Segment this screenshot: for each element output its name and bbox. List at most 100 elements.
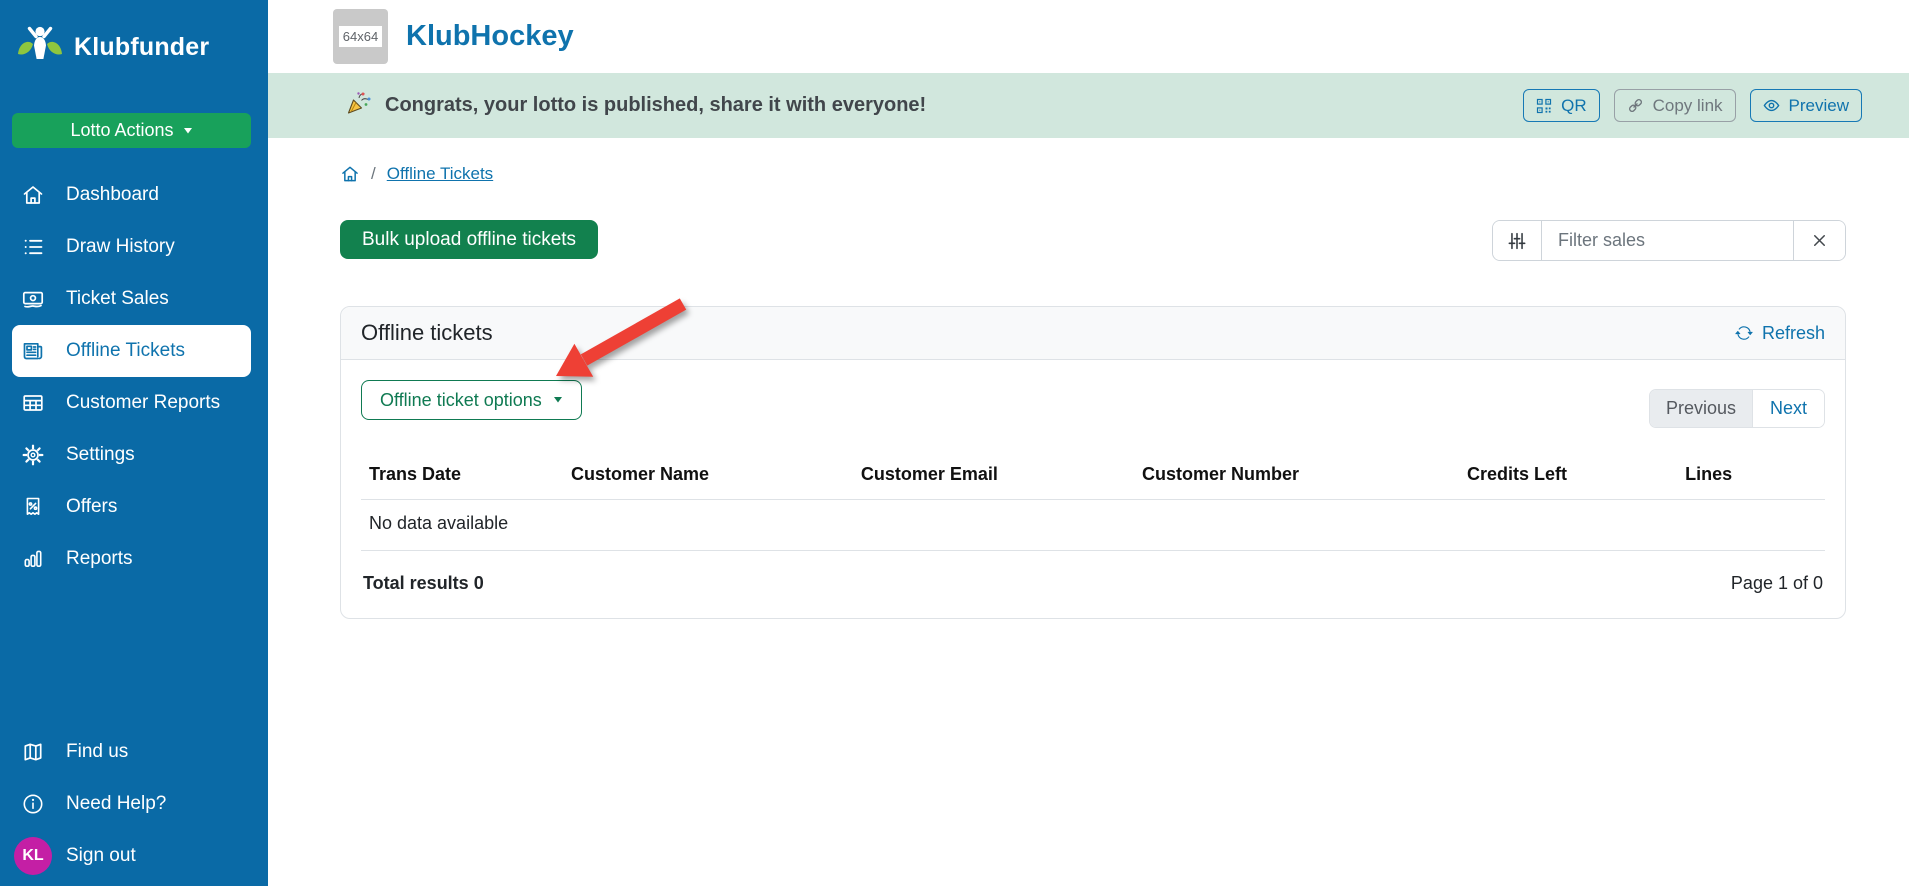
sidebar-item-label: Offline Tickets — [66, 340, 185, 362]
sidebar-item-settings[interactable]: Settings — [12, 429, 251, 481]
bar-chart-icon — [21, 547, 45, 571]
sidebar-item-draw-history[interactable]: Draw History — [12, 221, 251, 273]
toolbar: Bulk upload offline tickets — [340, 220, 1846, 261]
sidebar-item-label: Find us — [66, 741, 128, 763]
map-icon — [21, 740, 45, 764]
breadcrumb-home-icon[interactable] — [340, 164, 360, 184]
refresh-label: Refresh — [1762, 323, 1825, 344]
link-icon — [1627, 97, 1644, 114]
sidebar-item-sign-out[interactable]: KL Sign out — [12, 830, 251, 882]
card-header: Offline tickets Refresh — [341, 307, 1845, 360]
sidebar-item-dashboard[interactable]: Dashboard — [12, 169, 251, 221]
qr-button[interactable]: QR — [1523, 89, 1600, 122]
klubfunder-logo-icon — [16, 24, 64, 71]
sidebar-item-label: Settings — [66, 444, 135, 466]
cash-icon — [21, 287, 45, 311]
refresh-button[interactable]: Refresh — [1735, 323, 1825, 344]
column-header-credits-left: Credits Left — [1459, 454, 1677, 500]
column-header-customer-email: Customer Email — [853, 454, 1134, 500]
sidebar-item-find-us[interactable]: Find us — [12, 726, 251, 778]
preview-button[interactable]: Preview — [1750, 89, 1862, 122]
sidebar-item-offers[interactable]: Offers — [12, 481, 251, 533]
total-results: Total results 0 — [363, 573, 484, 594]
published-banner: Congrats, your lotto is published, share… — [268, 73, 1909, 138]
home-icon — [21, 183, 45, 207]
table-header-row: Trans Date Customer Name Customer Email … — [361, 454, 1825, 500]
page-content: / Offline Tickets Bulk upload offline ti… — [268, 138, 1909, 886]
preview-button-label: Preview — [1789, 96, 1849, 116]
offline-ticket-options-button[interactable]: Offline ticket options — [361, 380, 582, 420]
chevron-down-icon — [183, 128, 193, 134]
bulk-upload-button[interactable]: Bulk upload offline tickets — [340, 220, 598, 259]
page-info: Page 1 of 0 — [1731, 573, 1823, 594]
clear-filter-button[interactable] — [1793, 221, 1845, 260]
copy-link-button[interactable]: Copy link — [1614, 89, 1736, 122]
sidebar-item-reports[interactable]: Reports — [12, 533, 251, 585]
sidebar-item-customer-reports[interactable]: Customer Reports — [12, 377, 251, 429]
close-icon — [1810, 231, 1829, 250]
sidebar-item-label: Customer Reports — [66, 392, 220, 414]
brand-name: Klubfunder — [74, 33, 209, 62]
card-title: Offline tickets — [361, 320, 493, 346]
list-icon — [21, 235, 45, 259]
sidebar-item-label: Offers — [66, 496, 117, 518]
column-header-lines: Lines — [1677, 454, 1825, 500]
sidebar-item-label: Sign out — [66, 845, 136, 867]
breadcrumb: / Offline Tickets — [340, 164, 1846, 184]
gear-icon — [21, 443, 45, 467]
card-body: Offline ticket options Previous Next — [341, 360, 1845, 618]
column-header-customer-number: Customer Number — [1134, 454, 1459, 500]
club-logo-placeholder: 64x64 — [333, 9, 388, 64]
chevron-down-icon — [553, 397, 563, 403]
sidebar-footer: Find us Need Help? KL Sign out — [0, 726, 268, 886]
card-footer: Total results 0 Page 1 of 0 — [361, 573, 1825, 594]
refresh-icon — [1735, 324, 1753, 342]
qr-button-label: QR — [1561, 96, 1587, 116]
column-header-customer-name: Customer Name — [563, 454, 853, 500]
sidebar-item-label: Reports — [66, 548, 133, 570]
next-page-button[interactable]: Next — [1752, 390, 1824, 427]
offline-tickets-table: Trans Date Customer Name Customer Email … — [361, 454, 1825, 551]
filter-sales-group — [1492, 220, 1846, 261]
options-row: Offline ticket options Previous Next — [361, 380, 1825, 428]
sidebar-item-need-help[interactable]: Need Help? — [12, 778, 251, 830]
avatar: KL — [14, 837, 52, 875]
sidebar: Klubfunder Lotto Actions Dashboard Draw … — [0, 0, 268, 886]
pagination: Previous Next — [1649, 389, 1825, 428]
banner-text: Congrats, your lotto is published, share… — [385, 94, 926, 117]
banner-message: Congrats, your lotto is published, share… — [346, 90, 926, 122]
offline-tickets-card: Offline tickets Refresh Offline ticket o… — [340, 306, 1846, 619]
filter-button[interactable] — [1493, 221, 1542, 260]
lotto-actions-button[interactable]: Lotto Actions — [12, 113, 251, 148]
page-title: KlubHockey — [406, 20, 574, 53]
main-area: 64x64 KlubHockey Congrats, your lotto is… — [268, 0, 1909, 886]
info-circle-icon — [21, 792, 45, 816]
sidebar-item-label: Dashboard — [66, 184, 159, 206]
brand: Klubfunder — [0, 0, 268, 71]
newspaper-icon — [21, 339, 45, 363]
eye-icon — [1763, 97, 1780, 114]
offline-ticket-options-label: Offline ticket options — [380, 390, 542, 411]
qr-code-icon — [1536, 98, 1552, 114]
logo-placeholder-label: 64x64 — [339, 26, 382, 47]
party-popper-icon — [346, 90, 372, 122]
table-empty-row: No data available — [361, 500, 1825, 551]
previous-page-button[interactable]: Previous — [1650, 390, 1752, 427]
sidebar-item-label: Need Help? — [66, 793, 166, 815]
lotto-actions-label: Lotto Actions — [70, 120, 173, 141]
filter-sales-input[interactable] — [1542, 221, 1793, 260]
column-header-trans-date: Trans Date — [361, 454, 563, 500]
table-icon — [21, 391, 45, 415]
empty-message: No data available — [361, 500, 1825, 551]
sidebar-item-label: Draw History — [66, 236, 175, 258]
copy-link-button-label: Copy link — [1653, 96, 1723, 116]
sidebar-item-offline-tickets[interactable]: Offline Tickets — [12, 325, 251, 377]
receipt-percent-icon — [21, 495, 45, 519]
breadcrumb-separator: / — [371, 164, 376, 184]
sidebar-nav: Dashboard Draw History Ticket Sales — [0, 169, 268, 585]
sidebar-item-ticket-sales[interactable]: Ticket Sales — [12, 273, 251, 325]
breadcrumb-current-link[interactable]: Offline Tickets — [387, 164, 493, 184]
sidebar-item-label: Ticket Sales — [66, 288, 169, 310]
sliders-icon — [1506, 230, 1528, 252]
banner-actions: QR Copy link Preview — [1523, 89, 1862, 122]
